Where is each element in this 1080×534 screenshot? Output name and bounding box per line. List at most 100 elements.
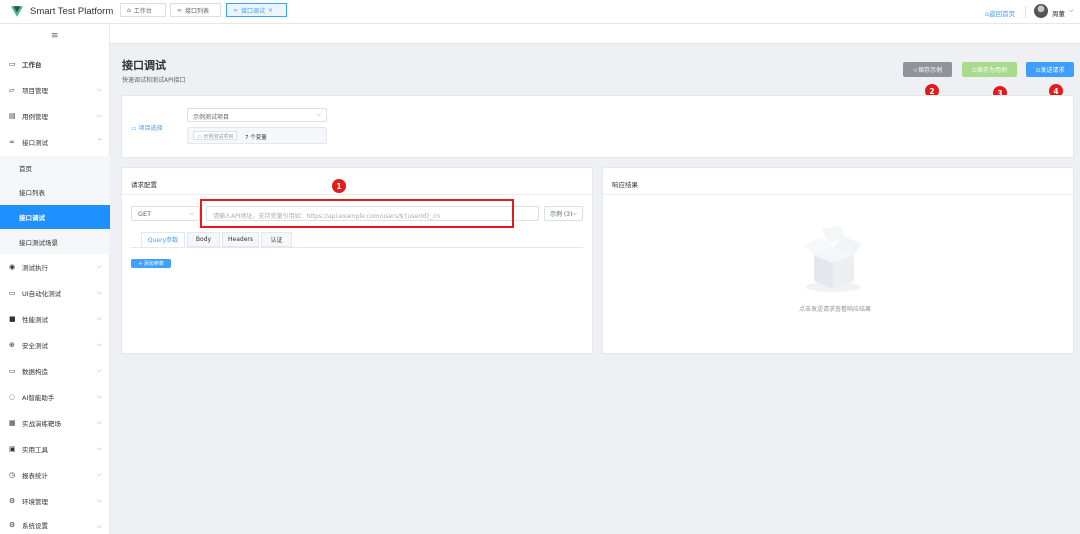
empty-state-text: 点击发送请求查看响应结果 (799, 306, 872, 313)
sidebar-item-ai-assistant[interactable]: ◌ AI智能助手 ⌵ (0, 385, 110, 409)
sidebar-item-case-management[interactable]: ▤ 用例管理 ⌵ (0, 104, 110, 128)
user-name[interactable]: 周董 (1052, 8, 1065, 18)
tab-headers[interactable]: Headers (222, 232, 259, 247)
empty-box-icon (804, 225, 862, 292)
tab-body[interactable]: Body (187, 232, 220, 247)
sidebar-item-security[interactable]: ⊕ 安全测试 ⌵ (0, 333, 110, 357)
play-icon: ◉ (9, 263, 16, 271)
highlight-box (200, 199, 514, 228)
sidebar-subitem-home[interactable]: 首页 (0, 156, 110, 180)
sidebar-item-label: 测试执行 (22, 264, 48, 272)
sidebar-item-performance[interactable]: ■ 性能测试 ⌵ (0, 307, 110, 331)
sidebar-item-system-settings[interactable]: ⚙ 系统设置 ⌵ (0, 515, 110, 534)
tab-query-params[interactable]: Query参数 (141, 232, 185, 247)
sidebar-item-workbench[interactable]: ▭ 工作台 (0, 52, 110, 76)
brand-name: Smart Test Platform (30, 6, 114, 17)
tab-workbench[interactable]: ⌂ 工作台 (120, 3, 166, 17)
sidebar-item-practice-range[interactable]: ▦ 实战演练靶场 ⌵ (0, 411, 110, 435)
link-icon: ∞ (177, 6, 182, 14)
sidebar-item-label: 接口测试场景 (19, 239, 58, 247)
sidebar-item-label: 接口列表 (19, 189, 45, 197)
sidebar-subitem-api-list[interactable]: 接口列表 (0, 180, 110, 204)
project-select[interactable]: 示例测试项目 ⌵ (187, 108, 327, 122)
link-icon: ∞ (9, 138, 15, 146)
chevron-down-icon: ⌵ (316, 111, 321, 118)
vue-logo-icon (11, 6, 23, 17)
chevron-down-icon: ⌵ (97, 367, 102, 374)
sidebar-item-label: 报表统计 (22, 472, 48, 480)
chat-icon: ▭ (9, 367, 16, 375)
sidebar-item-project-management[interactable]: ▱ 项目管理 ⌵ (0, 78, 110, 102)
sidebar-subitem-api-scenario[interactable]: 接口测试场景 (0, 230, 110, 254)
project-label-text: 项目选择 (138, 125, 163, 132)
sidebar-item-test-execution[interactable]: ◉ 测试执行 ⌵ (0, 255, 110, 279)
tab-api-list[interactable]: ∞ 接口列表 (170, 3, 221, 17)
project-label: ▭ 项目选择 (131, 123, 163, 132)
sidebar-item-label: 接口测试 (22, 139, 48, 147)
toolbox-icon: ▣ (9, 445, 16, 453)
method-select[interactable]: GET ⌵ (131, 206, 200, 221)
tab-label: 接口列表 (185, 7, 210, 15)
chart-icon: ■ (9, 315, 16, 323)
project-tag-text: 示例测试项目 (203, 134, 234, 140)
lock-icon: ⊕ (9, 341, 15, 349)
chevron-down-icon: ⌵ (97, 263, 102, 270)
example-label: 示例 (3) (550, 211, 573, 218)
chat-icon: ◌ (9, 393, 16, 401)
chevron-down-icon: ⌵ (97, 445, 102, 452)
tab-auth[interactable]: 认证 (261, 232, 292, 247)
grid-icon: ▦ (9, 419, 16, 427)
page-title: 接口调试 (122, 59, 166, 72)
sidebar-item-reports[interactable]: ◷ 报表统计 ⌵ (0, 463, 110, 487)
folder-icon: ▭ (131, 125, 139, 132)
sidebar-item-api-testing[interactable]: ∞ 接口测试 ⌃ (0, 130, 110, 154)
page-subtitle: 快速调试和测试API接口 (122, 77, 186, 84)
sidebar-item-tools[interactable]: ▣ 实用工具 ⌵ (0, 437, 110, 461)
chevron-down-icon: ⌵ (97, 497, 102, 504)
sidebar-item-environment[interactable]: ⚙ 环境管理 ⌵ (0, 489, 110, 513)
request-config-title: 请求配置 (131, 181, 157, 189)
monitor-icon: ▭ (9, 60, 16, 68)
sidebar-item-label: 用例管理 (22, 113, 48, 121)
sidebar-item-ui-automation[interactable]: ▭ UI自动化测试 ⌵ (0, 281, 110, 305)
example-dropdown[interactable]: 示例 (3) ⌵ (544, 206, 583, 221)
hamburger-menu-icon[interactable]: ≡ (51, 31, 59, 41)
annotation-marker: 1 (332, 179, 346, 193)
method-value: GET (138, 210, 152, 218)
sidebar-item-label: 数据构造 (22, 368, 48, 376)
sidebar-item-label: 实用工具 (22, 446, 48, 454)
tab-label: 工作台 (133, 7, 152, 15)
tab-label: 接口调试 (241, 7, 266, 15)
chevron-down-icon: ⌵ (97, 86, 102, 93)
sidebar-item-label: UI自动化测试 (22, 290, 62, 298)
chevron-down-icon: ⌵ (572, 209, 577, 217)
chevron-down-icon: ⌵ (189, 210, 194, 217)
send-request-button[interactable]: ⊙发送请求 (1026, 62, 1074, 77)
sidebar-item-label: 环境管理 (22, 498, 48, 506)
sidebar-item-label: 安全测试 (22, 342, 48, 350)
folder-icon: ▱ (9, 86, 15, 94)
save-as-case-button[interactable]: ⊙保存为用例 (962, 62, 1017, 77)
save-example-button[interactable]: ☆保存示例 (903, 62, 952, 77)
sidebar-item-label: 系统设置 (22, 521, 48, 530)
variable-count: 7 个变量 (245, 135, 267, 141)
sidebar-item-label: 首页 (19, 165, 32, 173)
sidebar-item-data-construction[interactable]: ▭ 数据构造 ⌵ (0, 359, 110, 383)
close-icon[interactable]: × (268, 7, 273, 14)
clock-icon: ◷ (9, 471, 16, 479)
request-config-card (121, 167, 593, 354)
chevron-down-icon: ⌵ (97, 289, 102, 296)
tabs-underline (131, 247, 583, 248)
sidebar-item-label: 性能测试 (22, 316, 48, 324)
chevron-down-icon: ⌵ (97, 523, 102, 530)
chevron-down-icon[interactable]: ⌵ (1069, 7, 1074, 15)
divider (603, 194, 1073, 195)
sidebar-subitem-api-debug[interactable]: 接口调试 (0, 205, 110, 229)
home-link[interactable]: ⌂返回首页 (985, 8, 1015, 18)
avatar[interactable] (1034, 4, 1048, 18)
chevron-down-icon: ⌵ (97, 341, 102, 348)
tabs-bar (110, 24, 1080, 44)
add-param-button[interactable]: + 添加参数 (131, 259, 171, 268)
tab-api-debug[interactable]: ∞ 接口调试 × (226, 3, 287, 17)
sidebar-item-label: 实战演练靶场 (22, 420, 61, 428)
